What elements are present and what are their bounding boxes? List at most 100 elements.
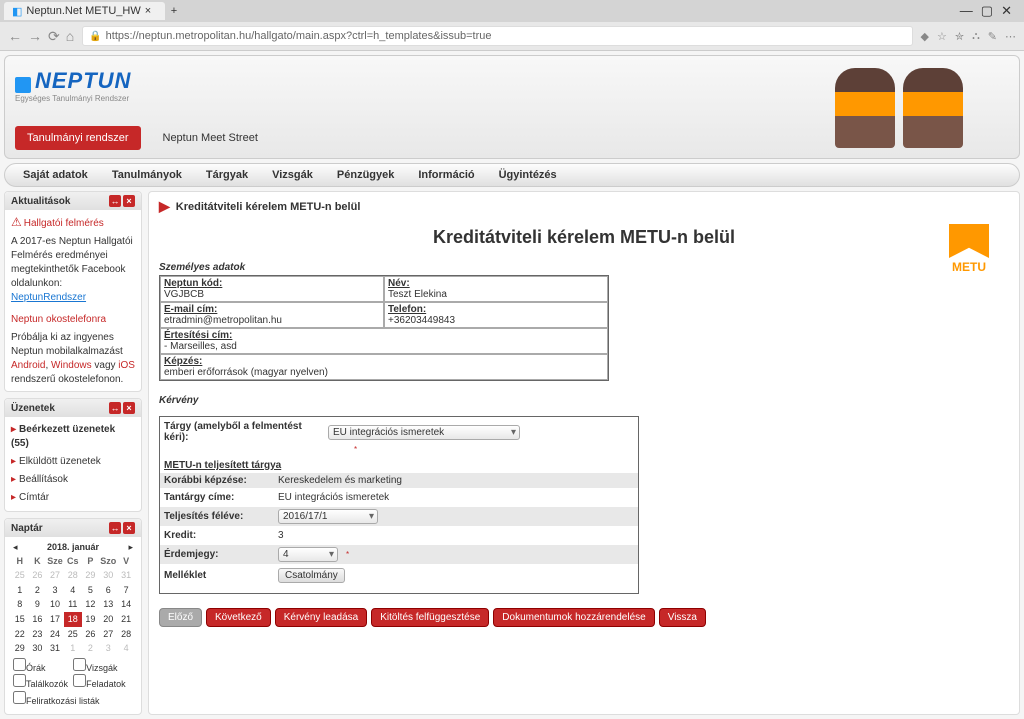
request-box: Tárgy (amelyből a felmentést kéri): EU i…: [159, 416, 639, 594]
favorite-icon[interactable]: ☆: [937, 30, 947, 43]
check-feliratkozasi[interactable]: Feliratkozási listák: [13, 691, 133, 708]
prev-value: Kereskedelem és marketing: [278, 475, 402, 486]
required-marker: *: [334, 445, 634, 454]
check-feladatok[interactable]: Feladatok: [73, 674, 131, 691]
messages-title: Üzenetek: [11, 403, 55, 414]
minimize-icon[interactable]: —: [960, 3, 973, 19]
news-title: Aktualitások: [11, 196, 70, 207]
calendar-grid: HKSzeCsPSzoV 25262728293031 1234567 8910…: [11, 554, 135, 656]
check-talalkozok[interactable]: Találkozók: [13, 674, 71, 691]
maximize-icon[interactable]: ▢: [981, 3, 993, 19]
attachment-button[interactable]: Csatolmány: [278, 568, 345, 583]
suspend-button[interactable]: Kitöltés felfüggesztése: [371, 608, 489, 627]
new-tab-button[interactable]: +: [171, 5, 177, 17]
alert-icon: ⚠: [11, 215, 22, 229]
page-header: NEPTUN Egységes Tanulmányi Rendszer Tanu…: [4, 55, 1020, 159]
home-icon[interactable]: ⌂: [66, 28, 74, 45]
panel-close-icon[interactable]: ×: [123, 402, 135, 414]
news-warning[interactable]: Hallgatói felmérés: [24, 218, 104, 229]
sidebar: Aktualitások ↔× ⚠Hallgatói felmérés A 20…: [4, 191, 142, 715]
breadcrumb: ▶ Kreditátviteli kérelem METU-n belül: [159, 196, 1009, 221]
menu-tanulmanyok[interactable]: Tanulmányok: [102, 165, 192, 185]
menu-informacio[interactable]: Információ: [408, 165, 484, 185]
email-value: etradmin@metropolitan.hu: [164, 315, 380, 326]
news-text: A 2017-es Neptun Hallgatói Felmérés ered…: [11, 236, 133, 289]
back-button[interactable]: Vissza: [659, 608, 706, 627]
semester-dropdown[interactable]: 2016/17/1: [278, 509, 378, 524]
notes-icon[interactable]: ✎: [988, 30, 997, 43]
browser-tab[interactable]: ◧ Neptun.Net METU_HW ×: [4, 2, 165, 20]
news-panel: Aktualitások ↔× ⚠Hallgatói felmérés A 20…: [4, 191, 142, 392]
close-icon[interactable]: ×: [145, 5, 157, 17]
nav-tanulmanyi[interactable]: Tanulmányi rendszer: [15, 126, 141, 150]
cal-month: 2018. január: [47, 541, 99, 554]
cal-prev-icon[interactable]: ◂: [13, 541, 18, 554]
subject-dropdown[interactable]: EU integrációs ismeretek: [328, 425, 520, 440]
header-nav: Tanulmányi rendszer Neptun Meet Street: [15, 126, 270, 150]
course-value: EU integrációs ismeretek: [278, 492, 389, 503]
url-bar: ← → ⟳ ⌂ https://neptun.metropolitan.hu/h…: [0, 22, 1024, 50]
back-icon[interactable]: ←: [8, 28, 22, 45]
menu-targyak[interactable]: Tárgyak: [196, 165, 258, 185]
section-request: Kérvény: [159, 395, 1009, 406]
tab-favicon: ◧: [12, 5, 22, 18]
check-vizsgak[interactable]: Vizsgák: [73, 658, 131, 675]
submit-button[interactable]: Kérvény leadása: [275, 608, 368, 627]
section-personal: Személyes adatok: [159, 262, 1009, 273]
next-button[interactable]: Következő: [206, 608, 271, 627]
docs-button[interactable]: Dokumentumok hozzárendelése: [493, 608, 654, 627]
menu-bar: Saját adatok Tanulmányok Tárgyak Vizsgák…: [4, 163, 1020, 187]
cal-next-icon[interactable]: ▸: [128, 541, 133, 554]
menu-sajat[interactable]: Saját adatok: [13, 165, 98, 185]
name-value: Teszt Elekina: [388, 289, 604, 300]
url-text: https://neptun.metropolitan.hu/hallgato/…: [106, 30, 492, 42]
banner-image: [799, 60, 999, 156]
favorites-bar-icon[interactable]: ✮: [955, 30, 964, 43]
menu-ugyintezes[interactable]: Ügyintézés: [489, 165, 567, 185]
personal-form: Neptun kód:VGJBCB Név:Teszt Elekina E-ma…: [159, 275, 609, 381]
url-input[interactable]: https://neptun.metropolitan.hu/hallgato/…: [82, 26, 912, 46]
panel-action-icon[interactable]: ↔: [109, 522, 121, 534]
phone-title[interactable]: Neptun okostelefonra: [11, 313, 135, 327]
check-orak[interactable]: Órák: [13, 658, 71, 675]
tab-bar: ◧ Neptun.Net METU_HW × + — ▢ ✕: [0, 0, 1024, 22]
msg-inbox[interactable]: Beérkezett üzenetek (55): [11, 421, 135, 453]
chevron-right-icon: ▶: [159, 198, 170, 215]
news-link[interactable]: NeptunRendszer: [11, 292, 86, 303]
cal-today[interactable]: 18: [64, 612, 82, 627]
menu-penzugyek[interactable]: Pénzügyek: [327, 165, 404, 185]
link-windows[interactable]: Windows: [51, 360, 92, 371]
breadcrumb-text: Kreditátviteli kérelem METU-n belül: [176, 201, 361, 213]
panel-action-icon[interactable]: ↔: [109, 402, 121, 414]
completed-title: METU-n teljesített tárgya: [164, 460, 634, 471]
training-value: emberi erőforrások (magyar nyelven): [164, 367, 604, 378]
msg-sent[interactable]: Elküldött üzenetek: [11, 453, 135, 471]
messages-panel: Üzenetek ↔× Beérkezett üzenetek (55) Elk…: [4, 398, 142, 512]
prev-button[interactable]: Előző: [159, 608, 202, 627]
nav-meetstreet[interactable]: Neptun Meet Street: [151, 126, 270, 150]
msg-settings[interactable]: Beállítások: [11, 471, 135, 489]
neptun-value: VGJBCB: [164, 289, 380, 300]
reload-icon[interactable]: ⟳: [48, 28, 60, 45]
menu-icon[interactable]: ⋯: [1005, 30, 1016, 43]
panel-close-icon[interactable]: ×: [123, 522, 135, 534]
extension-icon[interactable]: ◆: [921, 30, 929, 43]
close-window-icon[interactable]: ✕: [1001, 3, 1012, 19]
reading-icon[interactable]: ⛬: [972, 30, 980, 43]
logo-subtitle: Egységes Tanulmányi Rendszer: [15, 94, 131, 103]
phone-value: +36203449843: [388, 315, 604, 326]
page-title: Kreditátviteli kérelem METU-n belül: [159, 221, 1009, 258]
msg-directory[interactable]: Címtár: [11, 489, 135, 507]
menu-vizsgak[interactable]: Vizsgák: [262, 165, 323, 185]
window-controls: — ▢ ✕: [960, 3, 1020, 19]
lock-icon: [89, 30, 101, 42]
panel-action-icon[interactable]: ↔: [109, 195, 121, 207]
logo: NEPTUN Egységes Tanulmányi Rendszer: [15, 68, 131, 103]
forward-icon[interactable]: →: [28, 28, 42, 45]
browser-chrome: ◧ Neptun.Net METU_HW × + — ▢ ✕ ← → ⟳ ⌂ h…: [0, 0, 1024, 51]
link-android[interactable]: Android: [11, 360, 45, 371]
panel-close-icon[interactable]: ×: [123, 195, 135, 207]
credit-value: 3: [278, 530, 284, 541]
link-ios[interactable]: iOS: [118, 360, 135, 371]
calendar-title: Naptár: [11, 523, 43, 534]
